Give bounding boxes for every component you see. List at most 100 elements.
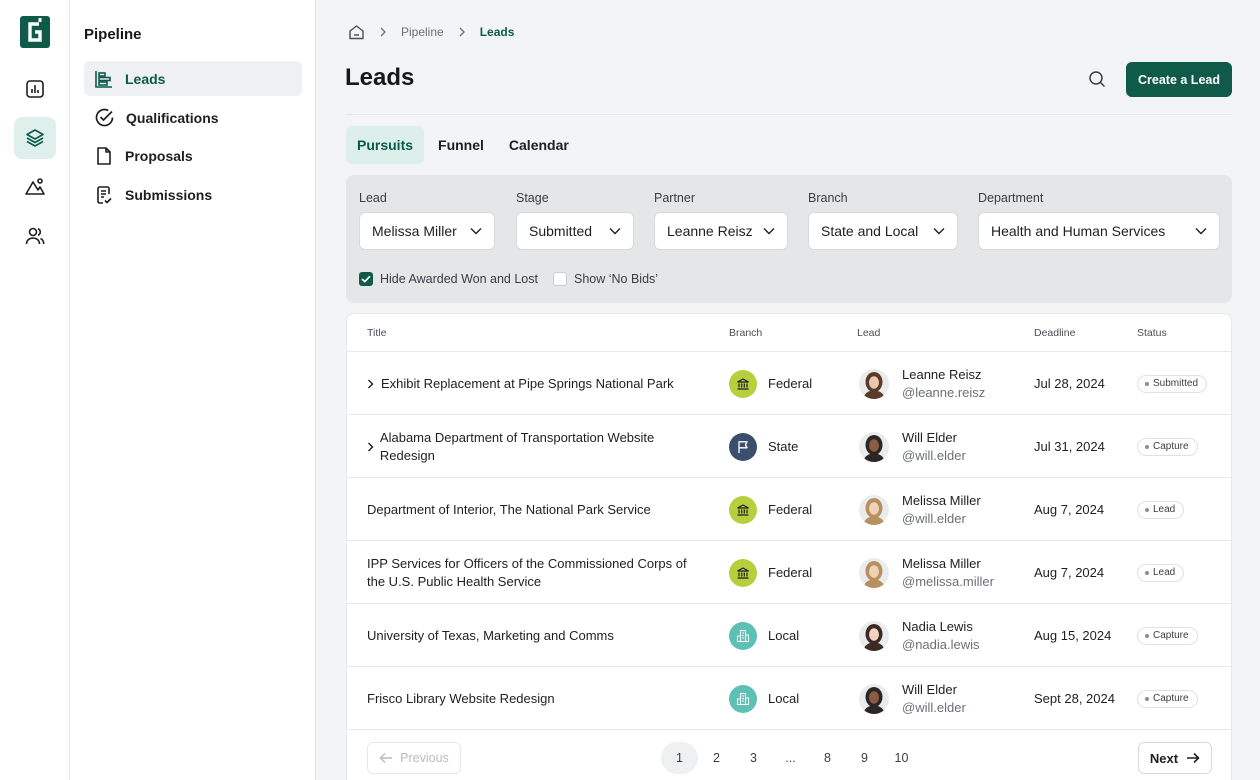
chevron-right-icon — [379, 27, 387, 37]
partner-select[interactable]: Leanne Reisz — [654, 212, 788, 250]
show-no-bids-checkbox[interactable] — [552, 272, 567, 286]
row-lead-name: Melissa Miller — [902, 493, 981, 508]
leads-table: Title Branch Lead Deadline Status Exhibi… — [346, 313, 1232, 780]
sidebar-item-submissions[interactable]: Submissions — [84, 177, 302, 212]
select-value: Health and Human Services — [991, 223, 1166, 239]
row-title[interactable]: IPP Services for Officers of the Commiss… — [367, 555, 687, 590]
sidebar-item-leads[interactable]: Leads — [84, 61, 302, 96]
breadcrumb: Pipeline Leads — [348, 22, 514, 42]
view-tabs: Pursuits Funnel Calendar — [346, 126, 583, 164]
row-title-cell: Exhibit Replacement at Pipe Springs Nati… — [367, 352, 687, 415]
tab-calendar[interactable]: Calendar — [498, 126, 580, 164]
row-title-cell: University of Texas, Marketing and Comms — [367, 604, 687, 667]
chevron-right-icon[interactable] — [367, 379, 381, 389]
next-button[interactable]: Next — [1138, 742, 1212, 774]
row-title[interactable]: University of Texas, Marketing and Comms — [367, 627, 614, 645]
tab-pursuits[interactable]: Pursuits — [346, 126, 425, 164]
row-branch: State — [768, 439, 799, 454]
table-row[interactable]: IPP Services for Officers of the Commiss… — [347, 541, 1231, 604]
sidebar-item-qualifications[interactable]: Qualifications — [84, 100, 302, 135]
row-lead-name: Leanne Reisz — [902, 367, 982, 382]
page-9[interactable]: 9 — [846, 742, 883, 774]
row-lead-handle: @will.elder — [902, 699, 966, 715]
layers-icon[interactable] — [14, 117, 56, 159]
table-row[interactable]: Department of Interior, The National Par… — [347, 478, 1231, 541]
main-content: Pipeline Leads Leads Create a Lead Pursu… — [316, 0, 1260, 780]
row-title-cell: IPP Services for Officers of the Commiss… — [367, 541, 687, 604]
lead-select[interactable]: Melissa Miller — [359, 212, 495, 250]
table-row[interactable]: Alabama Department of Transportation Web… — [347, 415, 1231, 478]
page-3[interactable]: 3 — [735, 742, 772, 774]
avatar[interactable] — [859, 557, 889, 588]
breadcrumb-pipeline[interactable]: Pipeline — [401, 25, 444, 39]
page-title: Leads — [345, 64, 415, 91]
check-icon — [361, 275, 371, 283]
header-divider — [346, 114, 1232, 115]
row-status-cell: Submitted — [1137, 352, 1208, 415]
table-row[interactable]: Frisco Library Website Redesign Local Will… — [347, 667, 1231, 730]
branch-select[interactable]: State and Local — [808, 212, 958, 250]
status-dot — [1145, 444, 1149, 449]
table-row[interactable]: Exhibit Replacement at Pipe Springs Nati… — [347, 352, 1231, 415]
chevron-down-icon — [763, 228, 775, 235]
sidebar-item-proposals[interactable]: Proposals — [84, 138, 302, 173]
status-label: Lead — [1153, 567, 1176, 578]
row-title[interactable]: Department of Interior, The National Par… — [367, 501, 651, 519]
column-header-deadline[interactable]: Deadline — [1034, 327, 1075, 339]
page-1[interactable]: 1 — [661, 742, 698, 774]
row-lead-name: Will Elder — [902, 430, 957, 445]
show-no-bids-label: Show ‘No Bids’ — [573, 272, 659, 286]
file-icon — [97, 146, 111, 165]
column-header-title[interactable]: Title — [367, 327, 386, 339]
hide-awarded-label: Hide Awarded Won and Lost — [380, 272, 538, 286]
row-title[interactable]: Exhibit Replacement at Pipe Springs Nati… — [381, 375, 674, 393]
hide-awarded-checkbox[interactable] — [359, 272, 373, 286]
home-icon[interactable] — [348, 24, 365, 41]
row-branch-cell: Federal — [729, 352, 812, 415]
column-header-branch[interactable]: Branch — [729, 327, 762, 339]
column-header-lead[interactable]: Lead — [857, 327, 880, 339]
bank-icon — [729, 495, 757, 524]
avatar[interactable] — [859, 368, 889, 399]
status-dot — [1145, 570, 1149, 575]
status-badge: Lead — [1137, 563, 1185, 582]
chevron-right-icon[interactable] — [367, 442, 380, 452]
tab-funnel[interactable]: Funnel — [427, 126, 495, 164]
row-branch: Federal — [768, 502, 813, 517]
previous-button[interactable]: Previous — [367, 742, 461, 774]
filter-label: Lead — [359, 191, 387, 205]
avatar[interactable] — [859, 620, 889, 651]
column-header-status[interactable]: Status — [1137, 327, 1167, 339]
search-icon[interactable] — [1088, 70, 1106, 88]
row-title-cell: Frisco Library Website Redesign — [367, 667, 687, 730]
department-select[interactable]: Health and Human Services — [978, 212, 1220, 250]
filter-label: Department — [978, 191, 1044, 205]
sidebar-title: Pipeline — [84, 26, 142, 43]
row-branch-cell: Local — [729, 604, 799, 667]
avatar[interactable] — [859, 683, 889, 714]
status-label: Capture — [1153, 630, 1189, 641]
row-title[interactable]: Frisco Library Website Redesign — [367, 690, 555, 708]
status-badge: Capture — [1137, 689, 1198, 708]
create-lead-button[interactable]: Create a Lead — [1126, 62, 1232, 97]
next-label: Next — [1149, 750, 1179, 766]
page-8[interactable]: 8 — [809, 742, 846, 774]
sidebar-item-label: Qualifications — [126, 109, 219, 126]
pipeline-sidebar: Pipeline Leads Qualifications Proposals … — [70, 0, 316, 780]
status-badge: Submitted — [1137, 374, 1208, 393]
table-row[interactable]: University of Texas, Marketing and Comms… — [347, 604, 1231, 667]
mountain-icon[interactable] — [14, 166, 56, 208]
row-branch-cell: Local — [729, 667, 799, 730]
row-lead-cell: Will Elder @will.elder — [859, 667, 966, 730]
row-title[interactable]: Alabama Department of Transportation Web… — [380, 429, 687, 464]
status-badge: Capture — [1137, 437, 1198, 456]
page-2[interactable]: 2 — [698, 742, 735, 774]
row-lead-handle: @nadia.lewis — [902, 636, 980, 652]
row-status-cell: Lead — [1137, 541, 1185, 604]
stage-select[interactable]: Submitted — [516, 212, 634, 250]
avatar[interactable] — [859, 431, 889, 462]
users-icon[interactable] — [14, 215, 56, 257]
avatar[interactable] — [859, 494, 889, 525]
page-10[interactable]: 10 — [883, 742, 920, 774]
analytics-icon[interactable] — [14, 68, 56, 110]
